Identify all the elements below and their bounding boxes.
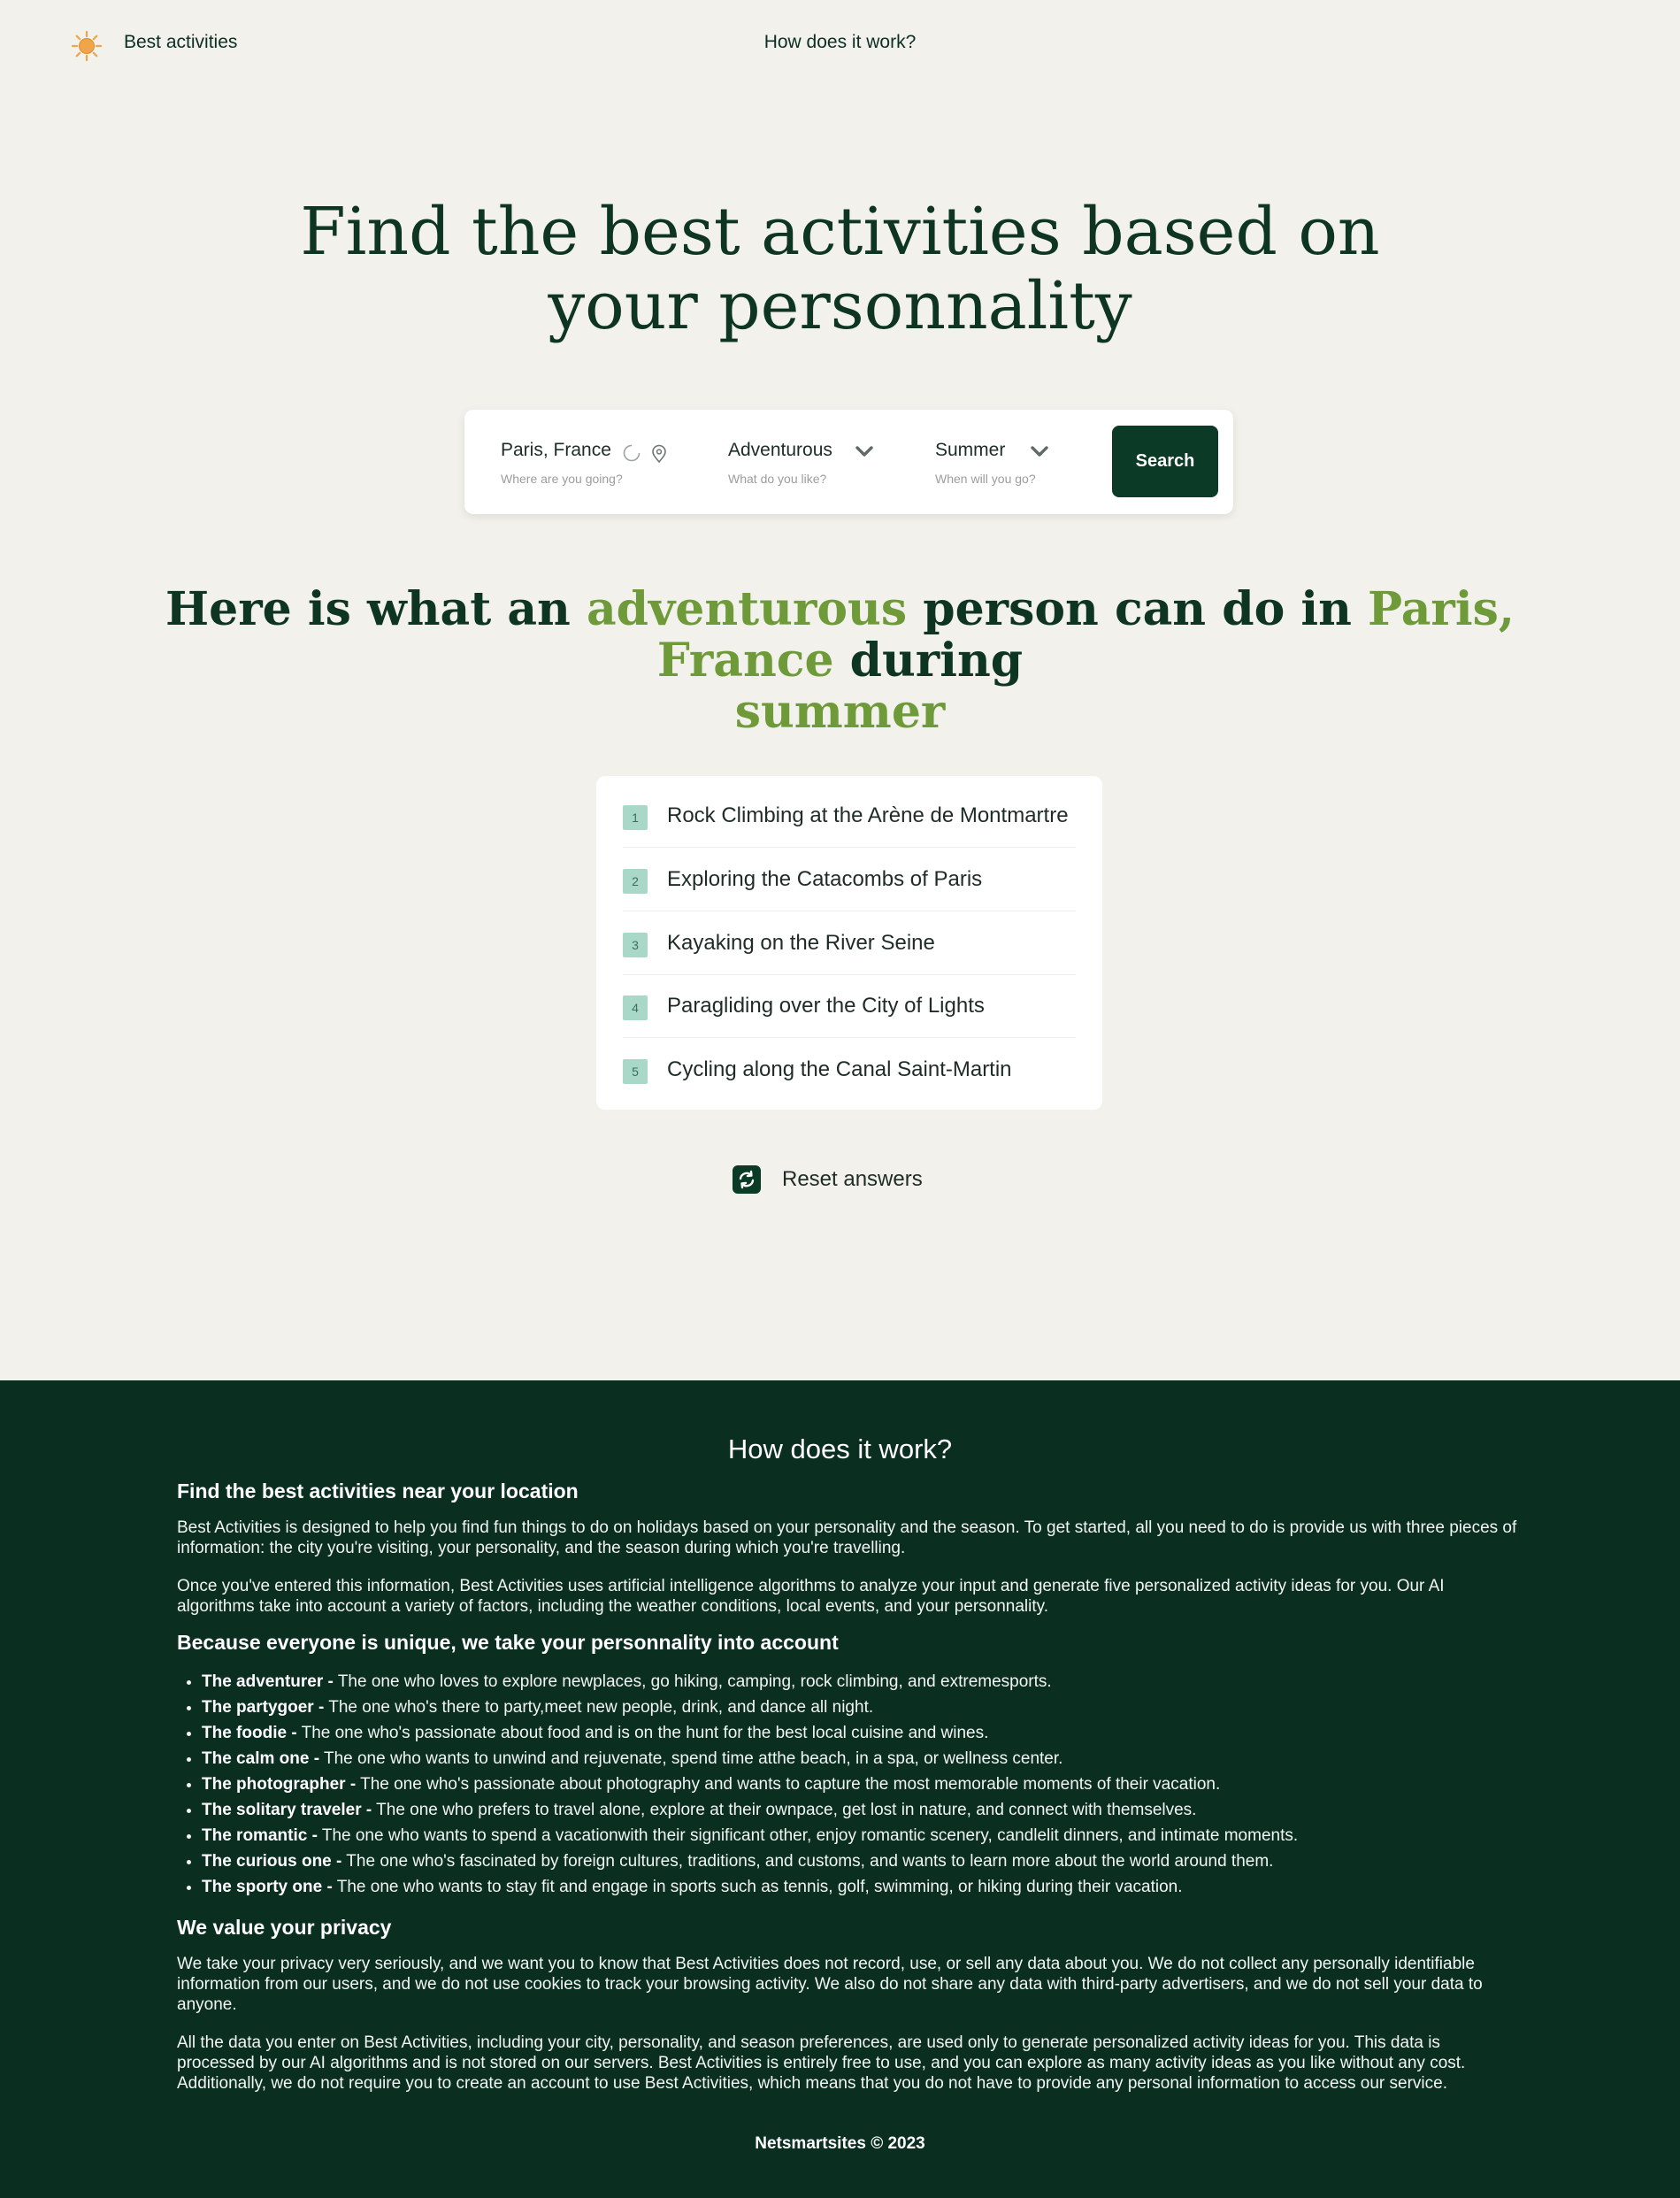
list-item: The sporty one - The one who wants to st… xyxy=(202,1874,1522,1900)
list-item: The foodie - The one who's passionate ab… xyxy=(202,1720,1522,1746)
item-number-badge: 1 xyxy=(623,805,648,830)
chevron-down-icon[interactable] xyxy=(855,445,873,462)
ai-paragraph: Once you've entered this information, Be… xyxy=(177,1577,1445,1616)
activity-label: Rock Climbing at the Arène de Montmartre xyxy=(667,803,1069,827)
result-season: summer xyxy=(734,685,946,739)
activity-list: 1 Rock Climbing at the Arène de Montmart… xyxy=(596,776,1102,1110)
location-heading: Find the best activities near your locat… xyxy=(177,1479,579,1502)
personality-field[interactable]: Adventurous What do you like? xyxy=(728,440,832,486)
season-field[interactable]: Summer When will you go? xyxy=(935,440,1036,486)
privacy-heading: We value your privacy xyxy=(177,1916,392,1939)
list-item: The photographer - The one who's passion… xyxy=(202,1771,1522,1797)
result-prefix: Here is what an xyxy=(165,582,571,636)
copyright: Netsmartsites © 2023 xyxy=(755,2134,925,2153)
personality-hint: What do you like? xyxy=(728,472,827,486)
list-item: The adventurer - The one who loves to ex… xyxy=(202,1669,1522,1695)
item-number-badge: 4 xyxy=(623,995,648,1020)
chevron-down-icon[interactable] xyxy=(1031,445,1048,462)
location-input[interactable]: Paris, France xyxy=(501,440,611,461)
item-number-badge: 2 xyxy=(623,869,648,894)
personality-select[interactable]: Adventurous xyxy=(728,440,832,461)
season-select[interactable]: Summer xyxy=(935,440,1005,461)
activity-label: Cycling along the Canal Saint-Martin xyxy=(667,1057,1012,1081)
item-number-badge: 3 xyxy=(623,933,648,957)
footer-content: Find the best activities near your locat… xyxy=(177,1479,1522,2111)
item-number-badge: 5 xyxy=(623,1059,648,1084)
result-connector: during xyxy=(849,634,1024,688)
list-item: The curious one - The one who's fascinat… xyxy=(202,1848,1522,1874)
personality-types-list: The adventurer - The one who loves to ex… xyxy=(202,1669,1522,1900)
location-hint: Where are you going? xyxy=(501,472,623,486)
activity-label: Paragliding over the City of Lights xyxy=(667,994,985,1018)
search-button[interactable]: Search xyxy=(1112,426,1218,497)
how-it-works-link[interactable]: How does it work? xyxy=(764,32,917,52)
search-card: Paris, France Where are you going? Adven… xyxy=(464,410,1233,514)
personality-heading: Because everyone is unique, we take your… xyxy=(177,1631,839,1654)
list-item: 2 Exploring the Catacombs of Paris xyxy=(623,848,1076,911)
location-field[interactable]: Paris, France Where are you going? xyxy=(501,440,623,486)
result-middle: person can do in xyxy=(923,582,1352,636)
intro-paragraph: Best Activities is designed to help you … xyxy=(177,1518,1517,1557)
activity-label: Exploring the Catacombs of Paris xyxy=(667,867,983,891)
list-item: 3 Kayaking on the River Seine xyxy=(623,911,1076,975)
list-item: The solitary traveler - The one who pref… xyxy=(202,1797,1522,1823)
list-item: 5 Cycling along the Canal Saint-Martin xyxy=(623,1038,1076,1102)
privacy-paragraph: We take your privacy very seriously, and… xyxy=(177,1955,1483,2014)
refresh-icon[interactable] xyxy=(733,1165,761,1194)
footer-title: How does it work? xyxy=(727,1433,953,1464)
result-personality: adventurous xyxy=(586,582,908,636)
reset-label[interactable]: Reset answers xyxy=(782,1167,923,1192)
list-item: The partygoer - The one who's there to p… xyxy=(202,1695,1522,1720)
result-heading: Here is what an adventurous person can d… xyxy=(133,584,1547,738)
location-icons xyxy=(622,443,671,469)
footer-section: How does it work? Find the best activiti… xyxy=(0,1380,1680,2198)
spinner-icon xyxy=(623,444,641,462)
hero-title: Find the best activities based on your p… xyxy=(300,194,1380,344)
list-item: 1 Rock Climbing at the Arène de Montmart… xyxy=(623,784,1076,848)
activity-label: Kayaking on the River Seine xyxy=(667,931,935,955)
top-nav: Best activities How does it work? xyxy=(0,0,1680,88)
season-hint: When will you go? xyxy=(935,472,1036,486)
list-item: The romantic - The one who wants to spen… xyxy=(202,1823,1522,1848)
list-item: 4 Paragliding over the City of Lights xyxy=(623,974,1076,1038)
data-paragraph: All the data you enter on Best Activitie… xyxy=(177,2033,1466,2093)
list-item: The calm one - The one who wants to unwi… xyxy=(202,1746,1522,1771)
